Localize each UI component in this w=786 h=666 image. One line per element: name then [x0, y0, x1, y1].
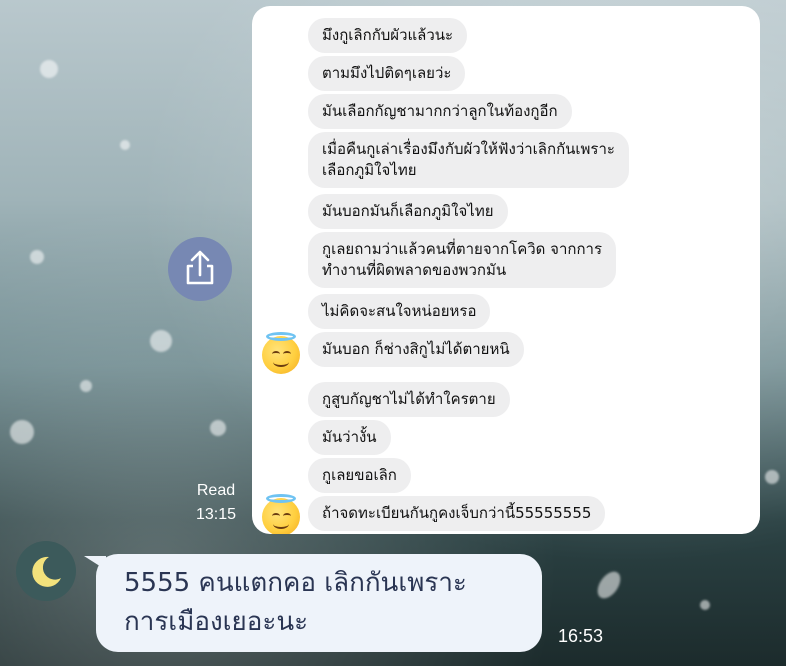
- message-text: ไม่คิดจะสนใจหน่อยหรอ: [322, 302, 477, 320]
- screenshot-message: มันว่างั้น: [308, 420, 391, 455]
- screenshot-message: มึงกูเลิกกับผัวแล้วนะ: [308, 18, 468, 53]
- screenshot-message: ถ้าจดทะเบียนกันกูคงเจ็บกว่านี้55555555: [308, 496, 606, 531]
- share-icon: [186, 250, 214, 285]
- message-text: 5555 คนแตกคอ เลิกกันเพราะ การเมืองเยอะนะ: [124, 564, 467, 642]
- read-status-label: Read: [196, 482, 236, 499]
- message-text: กูเลยขอเลิก: [322, 466, 397, 484]
- message-text: มึงกูเลิกกับผัวแล้วนะ: [322, 26, 454, 44]
- message-text-line: การเมืองเยอะนะ: [124, 607, 309, 637]
- message-text-line: 5555 คนแตกคอ เลิกกันเพราะ: [124, 568, 467, 598]
- read-timestamp: 13:15: [195, 506, 237, 523]
- message-text: กูสูบกัญชาไม่ได้ทำใครตาย: [322, 390, 496, 408]
- message-text: มันว่างั้น: [322, 428, 377, 446]
- screenshot-message: กูเลยขอเลิก: [308, 458, 411, 493]
- screenshot-message: ตามมึงไปติดๆเลยว่ะ: [308, 56, 466, 91]
- message-text: ถ้าจดทะเบียนกันกูคงเจ็บกว่านี้55555555: [322, 504, 592, 522]
- message-timestamp: 16:53: [558, 626, 604, 646]
- halo-emoji-avatar-icon: [262, 332, 300, 374]
- message-text: มันบอกมันก็เลือกภูมิใจไทย: [322, 202, 494, 220]
- message-text-line: เลือกภูมิใจไทย: [322, 161, 417, 179]
- message-text: มันเลือกกัญชามากกว่าลูกในท้องกูอีก: [322, 102, 558, 120]
- shared-chat-screenshot[interactable]: มึงกูเลิกกับผัวแล้วนะ ตามมึงไปติดๆเลยว่ะ…: [252, 6, 760, 534]
- message-text-line: เมื่อคืนกูเล่าเรื่องมึงกับผัวให้ฟังว่าเล…: [322, 140, 615, 158]
- user-avatar[interactable]: [16, 541, 76, 601]
- screenshot-message: มันเลือกกัญชามากกว่าลูกในท้องกูอีก: [308, 94, 572, 129]
- crescent-moon-icon: [32, 556, 61, 587]
- message-text-line: ทำงานที่ผิดพลาดของพวกมัน: [322, 261, 507, 279]
- screenshot-message: เมื่อคืนกูเล่าเรื่องมึงกับผัวให้ฟังว่าเล…: [308, 132, 629, 188]
- message-bubble[interactable]: 5555 คนแตกคอ เลิกกันเพราะ การเมืองเยอะนะ: [96, 554, 542, 652]
- halo-emoji-avatar-icon: [262, 494, 300, 534]
- screenshot-message: กูสูบกัญชาไม่ได้ทำใครตาย: [308, 382, 510, 417]
- screenshot-message: กูเลยถามว่าแล้วคนที่ตายจากโควิด จากการ ท…: [308, 232, 617, 288]
- share-button[interactable]: [168, 237, 232, 301]
- message-text: ตามมึงไปติดๆเลยว่ะ: [322, 64, 452, 82]
- screenshot-message: มันบอก ก็ช่างสิกูไม่ได้ตายหนิ: [308, 332, 524, 367]
- message-text-line: กูเลยถามว่าแล้วคนที่ตายจากโควิด จากการ: [322, 240, 603, 258]
- screenshot-message: ไม่คิดจะสนใจหน่อยหรอ: [308, 294, 491, 329]
- message-text: มันบอก ก็ช่างสิกูไม่ได้ตายหนิ: [322, 340, 510, 358]
- screenshot-message: มันบอกมันก็เลือกภูมิใจไทย: [308, 194, 508, 229]
